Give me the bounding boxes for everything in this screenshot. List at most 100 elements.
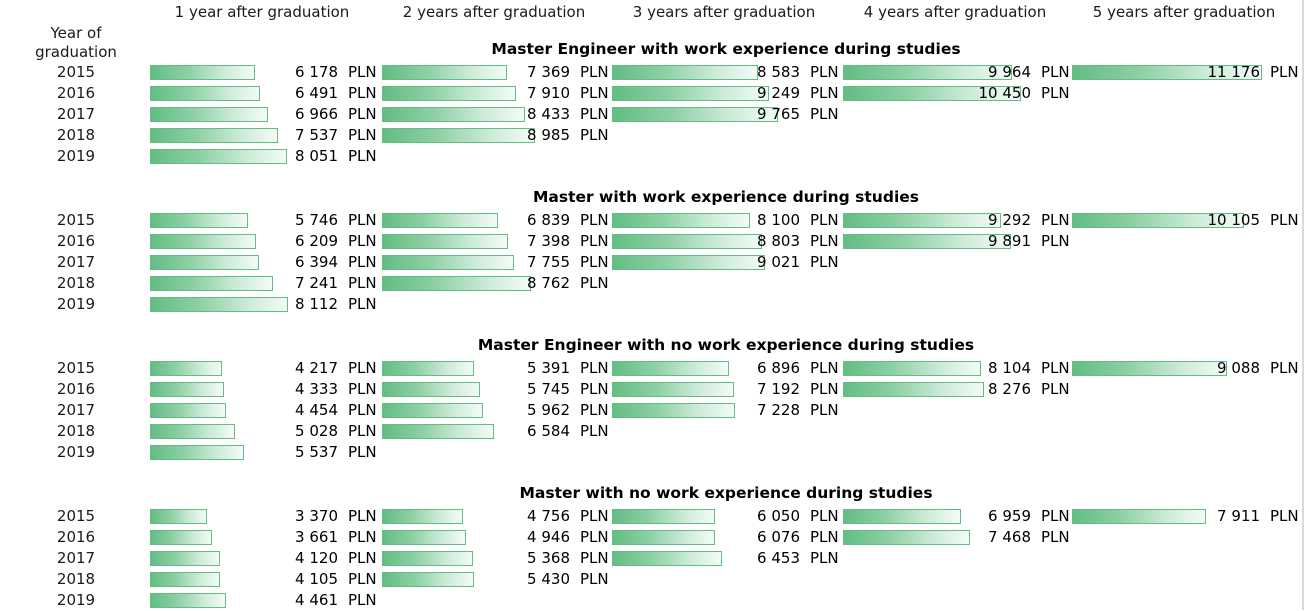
panel-3: Master Engineer with no work experience … — [0, 336, 1304, 463]
currency-label: PLN — [348, 422, 377, 440]
value-cell: 4 946 PLN — [382, 527, 614, 548]
value-cell: 3 661 PLN — [150, 527, 382, 548]
value-label: 6 178 — [295, 63, 338, 81]
currency-label: PLN — [810, 549, 839, 567]
value-cell: 5 746 PLN — [150, 210, 382, 231]
value-cell: 4 217 PLN — [150, 358, 382, 379]
value-label: 6 896 — [757, 359, 800, 377]
value-cell: 5 368 PLN — [382, 548, 614, 569]
value-cell: 6 896 PLN — [612, 358, 844, 379]
value-cell: 7 192 PLN — [612, 379, 844, 400]
value-label: 4 461 — [295, 591, 338, 609]
value-label: 7 192 — [757, 380, 800, 398]
value-cell: 6 959 PLN — [843, 506, 1075, 527]
value-label: 10 450 — [978, 84, 1032, 102]
table-row: 2019 4 461 PLN — [0, 590, 1304, 611]
currency-label: PLN — [1041, 84, 1070, 102]
value-cell: 4 120 PLN — [150, 548, 382, 569]
table-row: 2016 3 661 PLN 4 946 PLN 6 076 PLN 7 468 PLN — [0, 527, 1304, 548]
currency-label: PLN — [348, 232, 377, 250]
value-cell: 4 756 PLN — [382, 506, 614, 527]
value-label: 3 661 — [295, 528, 338, 546]
row-year-label: 2019 — [56, 295, 96, 313]
table-row: 2017 4 454 PLN 5 962 PLN 7 228 PLN — [0, 400, 1304, 421]
currency-label: PLN — [1041, 528, 1070, 546]
row-year-label: 2019 — [56, 147, 96, 165]
table-row: 2016 6 491 PLN 7 910 PLN 9 249 PLN 10 450 PLN — [0, 83, 1304, 104]
currency-label: PLN — [1041, 232, 1070, 250]
table-row: 2019 8 112 PLN — [0, 294, 1304, 315]
row-year-label: 2015 — [56, 63, 96, 81]
value-label: 6 491 — [295, 84, 338, 102]
value-cell: 7 369 PLN — [382, 62, 614, 83]
value-cell: 6 966 PLN — [150, 104, 382, 125]
currency-label: PLN — [348, 443, 377, 461]
panel-4: Master with no work experience during st… — [0, 484, 1304, 611]
value-cell: 10 450 PLN — [843, 83, 1075, 104]
currency-label: PLN — [580, 528, 609, 546]
value-label: 8 276 — [988, 380, 1031, 398]
currency-label: PLN — [348, 126, 377, 144]
table-row: 2017 6 966 PLN 8 433 PLN 9 765 PLN — [0, 104, 1304, 125]
value-cell: 6 453 PLN — [612, 548, 844, 569]
currency-label: PLN — [580, 105, 609, 123]
currency-label: PLN — [580, 401, 609, 419]
row-year-label: 2018 — [56, 274, 96, 292]
currency-label: PLN — [1041, 359, 1070, 377]
row-year-label: 2016 — [56, 84, 96, 102]
row-year-label: 2017 — [56, 105, 96, 123]
currency-label: PLN — [1270, 63, 1299, 81]
currency-label: PLN — [1270, 507, 1299, 525]
value-label: 5 746 — [295, 211, 338, 229]
table-row: 2016 4 333 PLN 5 745 PLN 7 192 PLN 8 276 PLN — [0, 379, 1304, 400]
currency-label: PLN — [1041, 211, 1070, 229]
value-label: 7 369 — [527, 63, 570, 81]
currency-label: PLN — [348, 570, 377, 588]
currency-label: PLN — [580, 274, 609, 292]
row-year-label: 2017 — [56, 253, 96, 271]
value-label: 7 468 — [988, 528, 1031, 546]
currency-label: PLN — [580, 359, 609, 377]
value-cell: 8 985 PLN — [382, 125, 614, 146]
value-label: 9 249 — [757, 84, 800, 102]
value-label: 7 241 — [295, 274, 338, 292]
value-label: 4 946 — [527, 528, 570, 546]
row-year-label: 2016 — [56, 232, 96, 250]
value-label: 5 368 — [527, 549, 570, 567]
value-cell: 6 491 PLN — [150, 83, 382, 104]
value-label: 7 537 — [295, 126, 338, 144]
value-cell: 5 537 PLN — [150, 442, 382, 463]
value-label: 8 104 — [988, 359, 1031, 377]
panel-title: Master with no work experience during st… — [519, 484, 933, 502]
value-label: 6 584 — [527, 422, 570, 440]
table-row: 2017 4 120 PLN 5 368 PLN 6 453 PLN — [0, 548, 1304, 569]
panel-title: Master with work experience during studi… — [532, 188, 919, 206]
row-year-label: 2019 — [56, 443, 96, 461]
panel-1: Master Engineer with work experience dur… — [0, 40, 1304, 167]
table-row: 2018 4 105 PLN 5 430 PLN — [0, 569, 1304, 590]
value-cell: 4 105 PLN — [150, 569, 382, 590]
value-cell: 10 105 PLN — [1072, 210, 1304, 231]
currency-label: PLN — [348, 359, 377, 377]
row-year-label: 2015 — [56, 359, 96, 377]
value-label: 8 583 — [757, 63, 800, 81]
currency-label: PLN — [348, 295, 377, 313]
value-label: 5 028 — [295, 422, 338, 440]
value-cell: 3 370 PLN — [150, 506, 382, 527]
table-row: 2015 5 746 PLN 6 839 PLN 8 100 PLN 9 292 PLN 10 1… — [0, 210, 1304, 231]
panel-2: Master with work experience during studi… — [0, 188, 1304, 315]
row-year-label: 2018 — [56, 570, 96, 588]
value-cell: 5 745 PLN — [382, 379, 614, 400]
currency-label: PLN — [580, 253, 609, 271]
value-cell: 5 430 PLN — [382, 569, 614, 590]
value-label: 7 911 — [1217, 507, 1260, 525]
value-cell: 5 391 PLN — [382, 358, 614, 379]
value-label: 11 176 — [1207, 63, 1261, 81]
currency-label: PLN — [348, 84, 377, 102]
value-cell: 7 755 PLN — [382, 252, 614, 273]
value-cell: 9 891 PLN — [843, 231, 1075, 252]
currency-label: PLN — [348, 253, 377, 271]
value-cell: 8 762 PLN — [382, 273, 614, 294]
value-label: 7 228 — [757, 401, 800, 419]
table-row: 2018 5 028 PLN 6 584 PLN — [0, 421, 1304, 442]
